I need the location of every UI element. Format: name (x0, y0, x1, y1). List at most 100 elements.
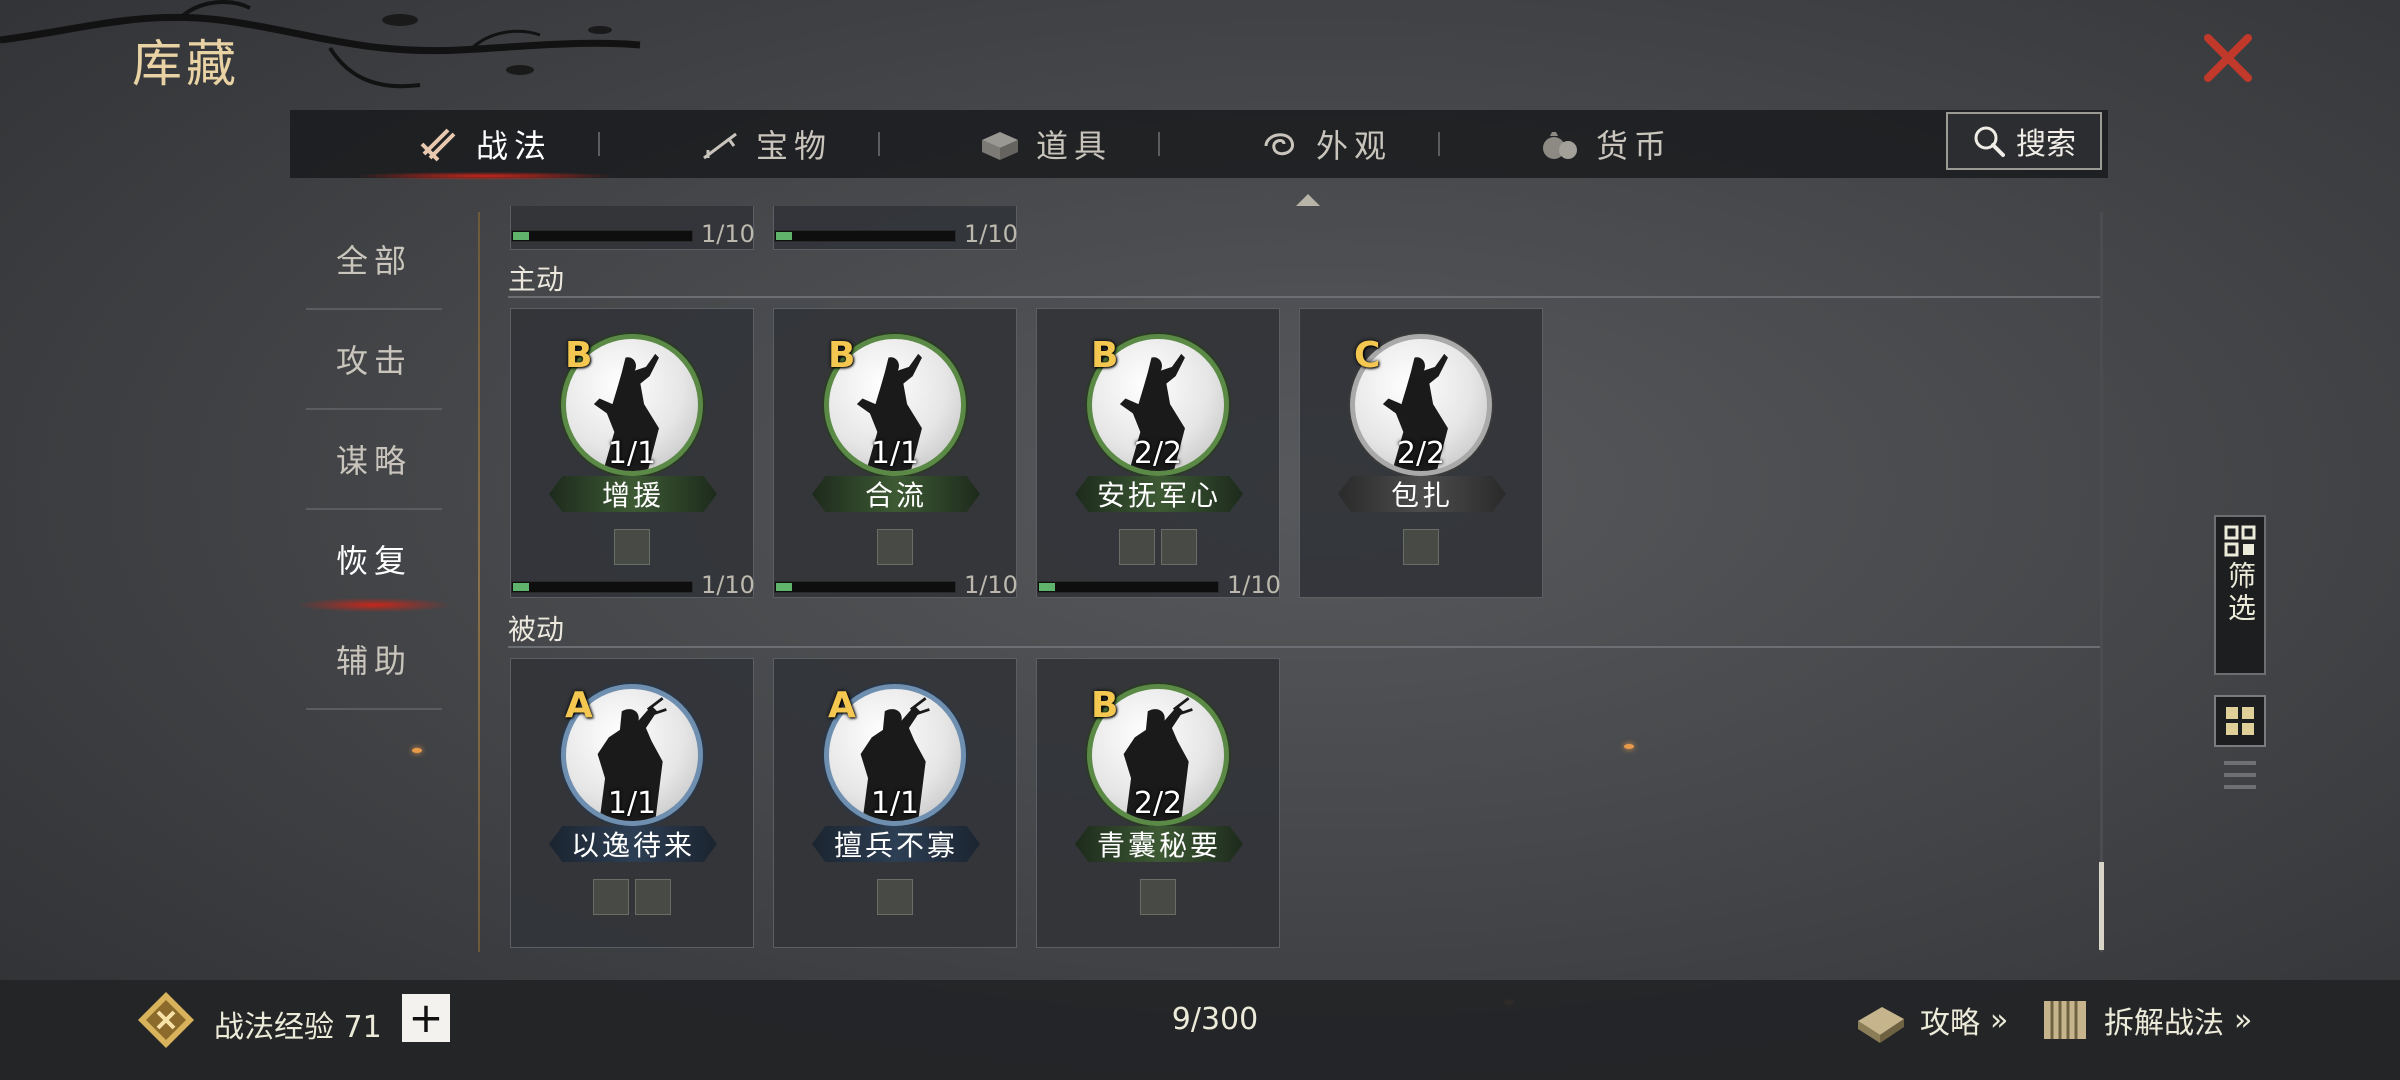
category-divider (306, 508, 442, 510)
guide-label: 攻略 (1920, 1006, 1980, 1041)
skill-count: 2/2 (1133, 436, 1183, 471)
tab-tactics-label: 战法 (475, 127, 552, 165)
list-view-icon[interactable] (2216, 757, 2264, 797)
tab-divider (598, 132, 600, 156)
skill-card[interactable]: A 1/1 以逸待来 (510, 658, 754, 948)
skill-name: 擅兵不寡 (812, 826, 980, 862)
scrollbar-thumb[interactable] (2099, 862, 2104, 950)
skill-grade: B (565, 335, 593, 376)
teapot-icon (877, 879, 913, 915)
skill-name: 安抚军心 (1075, 476, 1243, 512)
add-exp-button[interactable]: + (402, 994, 450, 1042)
skill-name: 以逸待来 (549, 826, 717, 862)
category-all[interactable]: 全部 (306, 236, 442, 282)
dismantle-tactics-button[interactable]: 拆解战法 » (2036, 990, 2252, 1050)
skill-type-icons (511, 879, 753, 915)
grid-view-button[interactable] (2214, 695, 2266, 747)
skill-count: 1/1 (870, 786, 920, 821)
skill-card[interactable]: B 1/1 合流 1/10 (773, 308, 1018, 599)
content-divider (478, 212, 480, 952)
skill-name: 包扎 (1338, 476, 1506, 512)
tab-treasure-label: 宝物 (755, 127, 832, 165)
card-progress: 1/10 (774, 220, 1018, 248)
category-support[interactable]: 辅助 (306, 636, 442, 682)
soldier-icon (1119, 529, 1155, 565)
search-button[interactable]: 搜索 (1946, 112, 2102, 170)
card-progress-text: 1/10 (964, 220, 1018, 248)
card-progress-text: 1/10 (701, 220, 755, 248)
inventory-count: 9/300 (1171, 1002, 1259, 1037)
tab-treasure[interactable]: 宝物 (670, 110, 860, 178)
skill-count: 1/1 (870, 436, 920, 471)
skill-count: 1/1 (607, 436, 657, 471)
category-divider (306, 308, 442, 310)
skill-card[interactable]: B 2/2 安抚军心 1/10 (1036, 308, 1281, 599)
tactics-exp-label: 战法经验 71 (214, 1010, 382, 1045)
tab-items-label: 道具 (1035, 127, 1112, 165)
teapot-icon (1403, 529, 1439, 565)
skill-count: 2/2 (1133, 786, 1183, 821)
appearance-swirl-icon (1264, 133, 1294, 156)
tab-currency-label: 货币 (1595, 127, 1672, 165)
bamboo-scroll-icon (2044, 1001, 2086, 1039)
skill-card-partial[interactable]: 1/10 (773, 206, 1018, 250)
section-passive-label: 被动 (508, 613, 565, 646)
skill-card[interactable]: B 2/2 青囊秘要 (1036, 658, 1280, 948)
guide-button[interactable]: 攻略 » (1852, 990, 2008, 1050)
skill-name: 增援 (549, 476, 717, 512)
category-divider (306, 708, 442, 710)
page-title: 库藏 (132, 35, 240, 93)
skill-grade: A (828, 685, 856, 726)
section-divider (508, 296, 2102, 298)
skill-type-icons (511, 529, 753, 565)
item-box-icon (981, 132, 1018, 160)
skill-type-icons (774, 879, 1016, 915)
teapot-icon (1140, 879, 1176, 915)
teapot-icon (877, 529, 913, 565)
tab-currency[interactable]: 货币 (1510, 110, 1700, 178)
teapot-icon (614, 529, 650, 565)
skill-grade: B (1091, 685, 1119, 726)
skill-grade: A (565, 685, 593, 726)
scroll-bundle-icon (420, 128, 456, 162)
filter-label: 筛选 (2224, 561, 2257, 625)
skill-grade: B (828, 335, 856, 376)
tab-indicator-caret (1296, 194, 1320, 206)
search-icon (1974, 126, 2005, 157)
skill-type-icons (1300, 529, 1542, 565)
card-progress: 1/10 (511, 220, 755, 248)
filter-button[interactable]: 筛选 (2214, 515, 2266, 675)
category-active-glow (300, 598, 448, 612)
book-icon (1858, 1007, 1904, 1043)
category-recovery[interactable]: 恢复 (306, 536, 442, 582)
grid-view-icon (2226, 707, 2254, 735)
skill-grade: B (1091, 335, 1119, 376)
close-icon[interactable] (2200, 30, 2256, 86)
tab-items[interactable]: 道具 (950, 110, 1140, 178)
skill-card-partial[interactable]: 1/10 (510, 206, 755, 250)
skill-type-icons (1037, 879, 1279, 915)
tab-tactics[interactable]: 战法 (360, 110, 610, 180)
tab-divider (878, 132, 880, 156)
tab-divider (1158, 132, 1160, 156)
skill-card[interactable]: C 2/2 包扎 (1299, 308, 1543, 598)
skill-card[interactable]: A 1/1 擅兵不寡 (773, 658, 1017, 948)
ember-decoration (412, 748, 422, 753)
tab-appearance-label: 外观 (1315, 127, 1392, 165)
teapot-icon (1161, 529, 1197, 565)
double-chevron-right-icon: » (1990, 1002, 2009, 1038)
double-chevron-right-icon: » (2234, 1002, 2253, 1038)
skill-count: 1/1 (607, 786, 657, 821)
category-strategy[interactable]: 谋略 (306, 436, 442, 482)
card-progress-text: 1/10 (1227, 571, 1281, 599)
category-divider (306, 408, 442, 410)
card-progress: 1/10 (774, 571, 1018, 599)
skill-name: 青囊秘要 (1075, 826, 1243, 862)
grid-filter-icon (2224, 525, 2256, 557)
category-attack[interactable]: 攻击 (306, 336, 442, 382)
tab-bar: 战法 宝物 道具 外观 货币 (290, 110, 2108, 180)
ember-decoration (1624, 744, 1634, 749)
tab-appearance[interactable]: 外观 (1230, 110, 1420, 178)
skill-card[interactable]: B 1/1 增援 1/10 (510, 308, 755, 599)
scrollbar-track[interactable] (2100, 212, 2103, 952)
